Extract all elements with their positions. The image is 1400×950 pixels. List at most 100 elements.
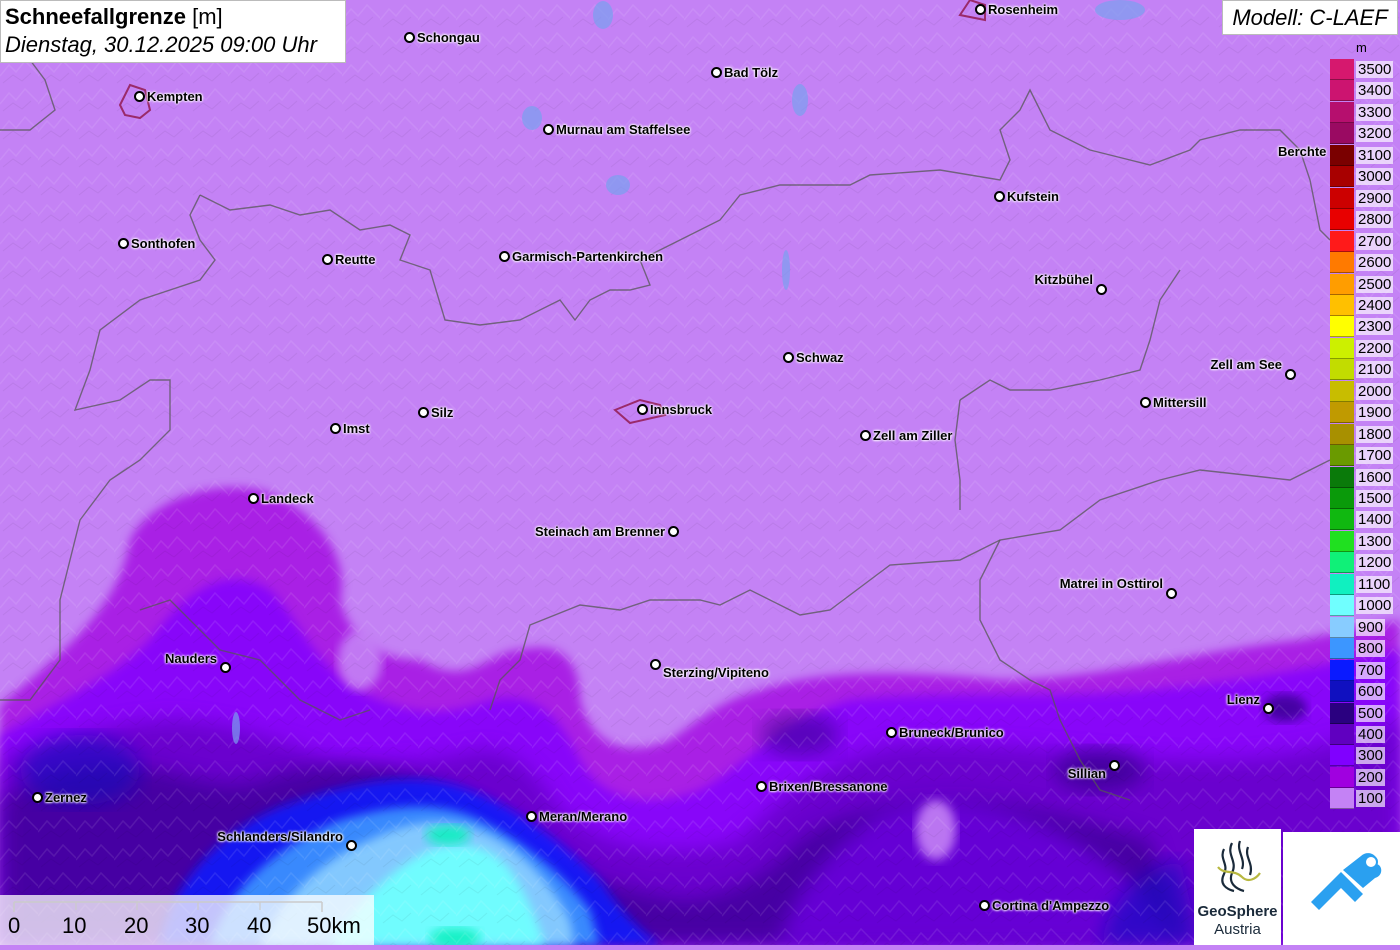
city-marker bbox=[650, 659, 661, 670]
city-label[interactable]: Rosenheim bbox=[988, 2, 1058, 17]
city-label[interactable]: Landeck bbox=[261, 491, 314, 506]
city-marker bbox=[499, 251, 510, 262]
city-marker bbox=[330, 423, 341, 434]
legend-label: 700 bbox=[1356, 661, 1386, 679]
city-marker bbox=[118, 238, 129, 249]
city-label[interactable]: Steinach am Brenner bbox=[535, 524, 665, 539]
city-label[interactable]: Berchte bbox=[1278, 144, 1326, 159]
legend-label: 2200 bbox=[1356, 339, 1394, 357]
legend-item: 2800 bbox=[1330, 209, 1400, 231]
city-marker bbox=[32, 792, 43, 803]
city-label[interactable]: Reutte bbox=[335, 252, 375, 267]
city-label[interactable]: Zell am Ziller bbox=[873, 428, 952, 443]
legend-label: 1600 bbox=[1356, 468, 1394, 486]
legend-swatch bbox=[1330, 638, 1354, 660]
legend-label: 3100 bbox=[1356, 146, 1394, 164]
city-label[interactable]: Murnau am Staffelsee bbox=[556, 122, 690, 137]
city-marker bbox=[418, 407, 429, 418]
city-label[interactable]: Sterzing/Vipiteno bbox=[663, 665, 769, 680]
city-marker bbox=[668, 526, 679, 537]
legend-label: 1100 bbox=[1356, 575, 1393, 593]
legend-item: 2000 bbox=[1330, 380, 1400, 402]
city-label[interactable]: Mittersill bbox=[1153, 395, 1206, 410]
city-label[interactable]: Zernez bbox=[45, 790, 87, 805]
city-label[interactable]: Bad Tölz bbox=[724, 65, 778, 80]
legend-item: 400 bbox=[1330, 723, 1400, 745]
city-marker bbox=[975, 4, 986, 15]
city-label[interactable]: Sonthofen bbox=[131, 236, 195, 251]
legend-label: 3500 bbox=[1356, 61, 1394, 78]
scale-label: 50km bbox=[307, 913, 361, 938]
legend-item: 2300 bbox=[1330, 316, 1400, 338]
city-label[interactable]: Meran/Merano bbox=[539, 809, 627, 824]
cloud-logo[interactable] bbox=[1283, 832, 1400, 945]
legend-swatch bbox=[1330, 788, 1354, 810]
legend-swatch bbox=[1330, 552, 1354, 574]
city-label[interactable]: Kufstein bbox=[1007, 189, 1059, 204]
legend-label: 500 bbox=[1356, 704, 1386, 722]
city-label[interactable]: Innsbruck bbox=[650, 402, 712, 417]
legend-swatch bbox=[1330, 166, 1354, 188]
snowfall-map[interactable] bbox=[0, 0, 1400, 945]
legend-swatch bbox=[1330, 659, 1354, 681]
city-marker bbox=[1166, 588, 1177, 599]
legend-label: 2600 bbox=[1356, 254, 1394, 272]
city-marker bbox=[346, 840, 357, 851]
city-label[interactable]: Silz bbox=[431, 405, 453, 420]
geosphere-country: Austria bbox=[1214, 921, 1261, 938]
legend-item: 300 bbox=[1330, 745, 1400, 767]
city-label[interactable]: Garmisch-Partenkirchen bbox=[512, 249, 663, 264]
legend-label: 900 bbox=[1356, 618, 1386, 636]
legend-label: 1900 bbox=[1356, 404, 1394, 422]
city-label[interactable]: Brixen/Bressanone bbox=[769, 779, 888, 794]
legend-item: 1500 bbox=[1330, 488, 1400, 509]
legend-swatch bbox=[1330, 402, 1354, 424]
legend-item: 500 bbox=[1330, 702, 1400, 724]
city-label[interactable]: Sillian bbox=[1068, 766, 1106, 781]
legend-item: 1100 bbox=[1330, 573, 1400, 595]
city-marker bbox=[404, 32, 415, 43]
city-label[interactable]: Nauders bbox=[165, 651, 217, 666]
legend-item: 2700 bbox=[1330, 230, 1400, 252]
legend-swatch bbox=[1330, 123, 1354, 145]
city-label[interactable]: Kempten bbox=[147, 89, 203, 104]
city-label[interactable]: Kitzbühel bbox=[1035, 272, 1094, 287]
city-label[interactable]: Lienz bbox=[1227, 692, 1260, 707]
city-label[interactable]: Matrei in Osttirol bbox=[1060, 576, 1163, 591]
legend-item: 100 bbox=[1330, 788, 1400, 810]
city-marker bbox=[1109, 760, 1120, 771]
legend-label: 1000 bbox=[1356, 597, 1394, 615]
legend-item: 600 bbox=[1330, 681, 1400, 703]
legend-swatch bbox=[1330, 595, 1354, 617]
city-label[interactable]: Zell am See bbox=[1210, 357, 1282, 372]
legend-swatch bbox=[1330, 316, 1354, 338]
legend-swatch bbox=[1330, 488, 1354, 509]
city-label[interactable]: Schwaz bbox=[796, 350, 844, 365]
city-label[interactable]: Imst bbox=[343, 421, 370, 436]
city-label[interactable]: Cortina d'Ampezzo bbox=[992, 898, 1109, 913]
geosphere-logo[interactable]: GeoSphere Austria bbox=[1194, 829, 1281, 945]
legend-label: 2700 bbox=[1356, 232, 1394, 250]
city-marker bbox=[711, 67, 722, 78]
legend-label: 2800 bbox=[1356, 211, 1394, 229]
legend-item: 1700 bbox=[1330, 445, 1400, 467]
legend-label: 2100 bbox=[1356, 361, 1394, 379]
legend-item: 2600 bbox=[1330, 252, 1400, 274]
city-marker bbox=[526, 811, 537, 822]
legend-item: 2100 bbox=[1330, 359, 1400, 381]
legend-swatch bbox=[1330, 209, 1354, 231]
legend-swatch bbox=[1330, 337, 1354, 359]
city-marker bbox=[979, 900, 990, 911]
legend-item: 900 bbox=[1330, 616, 1400, 638]
city-label[interactable]: Schongau bbox=[417, 30, 480, 45]
legend-item: 2900 bbox=[1330, 187, 1400, 209]
city-label[interactable]: Schlanders/Silandro bbox=[217, 829, 343, 844]
legend-label: 3400 bbox=[1356, 82, 1394, 100]
legend-item: 1900 bbox=[1330, 402, 1400, 424]
legend-label: 800 bbox=[1356, 640, 1386, 658]
legend-label: 2400 bbox=[1356, 296, 1394, 314]
city-label[interactable]: Bruneck/Brunico bbox=[899, 725, 1004, 740]
legend-label: 2000 bbox=[1356, 382, 1394, 400]
legend-label: 3300 bbox=[1356, 103, 1394, 121]
geosphere-icon bbox=[1217, 840, 1261, 893]
